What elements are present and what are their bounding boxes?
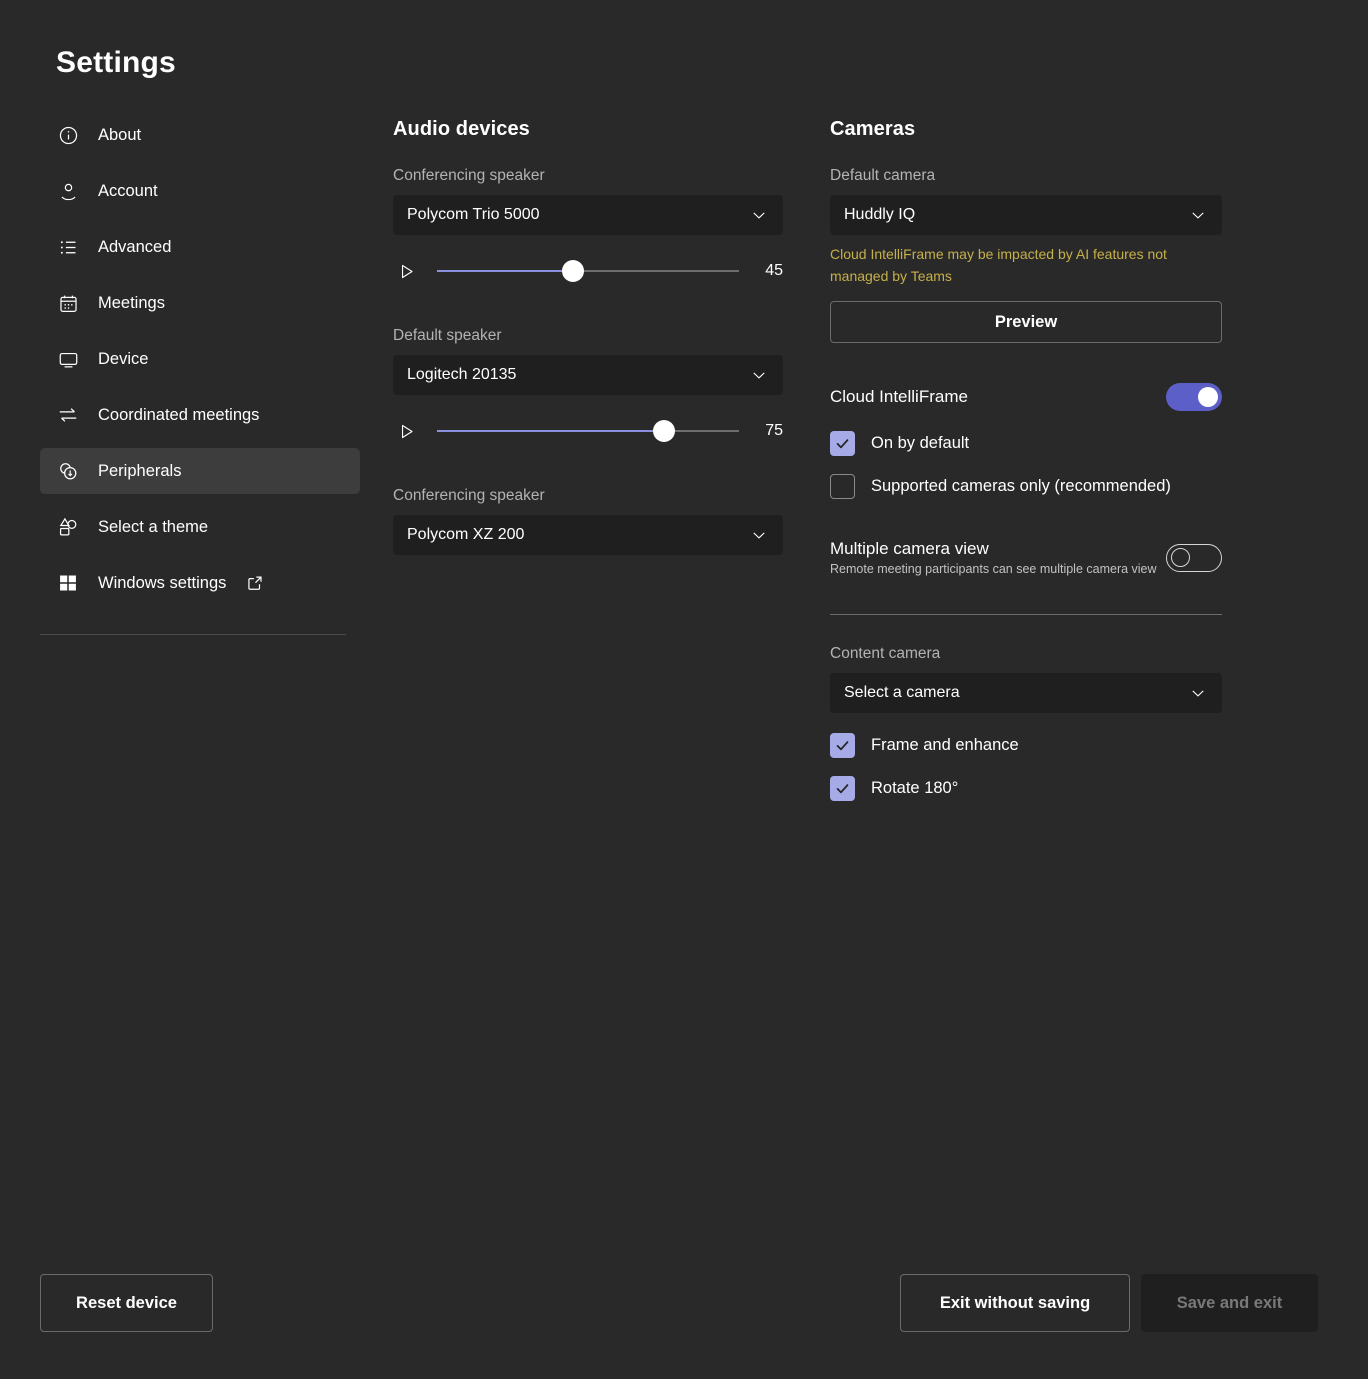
toggle-knob: [1171, 548, 1190, 567]
save-and-exit-button[interactable]: Save and exit: [1141, 1274, 1318, 1332]
frame-and-enhance-label: Frame and enhance: [871, 736, 1019, 755]
sidebar-item-meetings[interactable]: Meetings: [40, 280, 360, 326]
cameras-section-divider: [830, 614, 1222, 615]
chevron-down-icon: [1188, 683, 1208, 703]
sidebar-item-label: Peripherals: [98, 462, 181, 481]
list-icon: [56, 235, 80, 259]
conferencing-speaker-label: Conferencing speaker: [393, 167, 783, 185]
content-camera-dropdown[interactable]: Select a camera: [830, 673, 1222, 713]
slider-thumb[interactable]: [562, 260, 584, 282]
settings-sidebar: About Account Advanced: [40, 112, 360, 616]
audio-devices-heading: Audio devices: [393, 118, 783, 141]
chevron-down-icon: [749, 525, 769, 545]
sidebar-item-peripherals[interactable]: Peripherals: [40, 448, 360, 494]
multiple-camera-view-label: Multiple camera view: [830, 539, 1157, 559]
sidebar-item-label: Windows settings: [98, 574, 226, 593]
sidebar-item-label: Device: [98, 350, 148, 369]
exit-without-saving-button[interactable]: Exit without saving: [900, 1274, 1130, 1332]
intelliframe-warning-text: Cloud IntelliFrame may be impacted by AI…: [830, 244, 1180, 287]
info-circle-icon: [56, 123, 80, 147]
toggle-knob: [1198, 387, 1218, 407]
sidebar-item-account[interactable]: Account: [40, 168, 360, 214]
monitor-icon: [56, 347, 80, 371]
multiple-camera-view-row: Multiple camera view Remote meeting part…: [830, 539, 1222, 576]
default-camera-dropdown[interactable]: Huddly IQ: [830, 195, 1222, 235]
settings-page: Settings About Account: [0, 0, 1368, 1379]
cloud-intelliframe-toggle[interactable]: [1166, 383, 1222, 411]
play-icon[interactable]: [393, 422, 419, 441]
cameras-heading: Cameras: [830, 118, 1222, 141]
arrows-swap-icon: [56, 403, 80, 427]
windows-logo-icon: [56, 571, 80, 595]
conferencing-speaker-volume-row: 45: [393, 249, 783, 293]
content-camera-label: Content camera: [830, 645, 1222, 663]
cloud-intelliframe-label: Cloud IntelliFrame: [830, 387, 968, 407]
sidebar-item-windows-settings[interactable]: Windows settings: [40, 560, 360, 606]
chevron-down-icon: [749, 365, 769, 385]
multiple-camera-view-text-group: Multiple camera view Remote meeting part…: [830, 539, 1157, 576]
checkbox-checked-icon[interactable]: [830, 776, 855, 801]
content-camera-value: Select a camera: [844, 684, 1188, 702]
sidebar-item-about[interactable]: About: [40, 112, 360, 158]
external-link-icon: [246, 574, 264, 592]
conferencing-speaker-volume-value: 45: [749, 262, 783, 280]
supported-cameras-only-label: Supported cameras only (recommended): [871, 477, 1171, 496]
default-speaker-dropdown[interactable]: Logitech 20135: [393, 355, 783, 395]
cameras-column: Cameras Default camera Huddly IQ Cloud I…: [830, 118, 1222, 801]
conferencing-speaker-2-value: Polycom XZ 200: [407, 526, 749, 544]
on-by-default-checkbox-row[interactable]: On by default: [830, 431, 1222, 456]
preview-button[interactable]: Preview: [830, 301, 1222, 343]
sidebar-item-advanced[interactable]: Advanced: [40, 224, 360, 270]
frame-and-enhance-checkbox-row[interactable]: Frame and enhance: [830, 733, 1222, 758]
multiple-camera-view-sublabel: Remote meeting participants can see mult…: [830, 562, 1157, 576]
supported-cameras-only-checkbox-row[interactable]: Supported cameras only (recommended): [830, 474, 1222, 499]
conferencing-speaker-dropdown[interactable]: Polycom Trio 5000: [393, 195, 783, 235]
sidebar-item-device[interactable]: Device: [40, 336, 360, 382]
default-camera-value: Huddly IQ: [844, 206, 1188, 224]
conferencing-speaker-volume-slider[interactable]: [437, 256, 739, 286]
sidebar-item-select-a-theme[interactable]: Select a theme: [40, 504, 360, 550]
calendar-icon: [56, 291, 80, 315]
default-speaker-volume-value: 75: [749, 422, 783, 440]
sidebar-item-coordinated-meetings[interactable]: Coordinated meetings: [40, 392, 360, 438]
slider-thumb[interactable]: [653, 420, 675, 442]
multiple-camera-view-toggle[interactable]: [1166, 544, 1222, 572]
page-title: Settings: [56, 46, 176, 80]
person-icon: [56, 179, 80, 203]
slider-fill: [437, 270, 573, 272]
chevron-down-icon: [1188, 205, 1208, 225]
sidebar-item-label: Advanced: [98, 238, 171, 257]
default-speaker-label: Default speaker: [393, 327, 783, 345]
on-by-default-label: On by default: [871, 434, 969, 453]
checkbox-unchecked-icon[interactable]: [830, 474, 855, 499]
chevron-down-icon: [749, 205, 769, 225]
conferencing-speaker-2-dropdown[interactable]: Polycom XZ 200: [393, 515, 783, 555]
conferencing-speaker-value: Polycom Trio 5000: [407, 206, 749, 224]
rotate-180-label: Rotate 180°: [871, 779, 958, 798]
play-icon[interactable]: [393, 262, 419, 281]
default-speaker-volume-slider[interactable]: [437, 416, 739, 446]
default-speaker-volume-row: 75: [393, 409, 783, 453]
reset-device-button[interactable]: Reset device: [40, 1274, 213, 1332]
slider-fill: [437, 430, 664, 432]
sidebar-divider: [40, 634, 346, 635]
default-speaker-value: Logitech 20135: [407, 366, 749, 384]
default-camera-label: Default camera: [830, 167, 1222, 185]
peripherals-icon: [56, 459, 80, 483]
checkbox-checked-icon[interactable]: [830, 431, 855, 456]
sidebar-item-label: Meetings: [98, 294, 165, 313]
cloud-intelliframe-row: Cloud IntelliFrame: [830, 383, 1222, 411]
theme-shapes-icon: [56, 515, 80, 539]
sidebar-item-label: Account: [98, 182, 158, 201]
conferencing-speaker-2-label: Conferencing speaker: [393, 487, 783, 505]
audio-devices-column: Audio devices Conferencing speaker Polyc…: [393, 118, 783, 555]
checkbox-checked-icon[interactable]: [830, 733, 855, 758]
sidebar-item-label: Select a theme: [98, 518, 208, 537]
rotate-180-checkbox-row[interactable]: Rotate 180°: [830, 776, 1222, 801]
sidebar-item-label: About: [98, 126, 141, 145]
sidebar-item-label: Coordinated meetings: [98, 406, 259, 425]
